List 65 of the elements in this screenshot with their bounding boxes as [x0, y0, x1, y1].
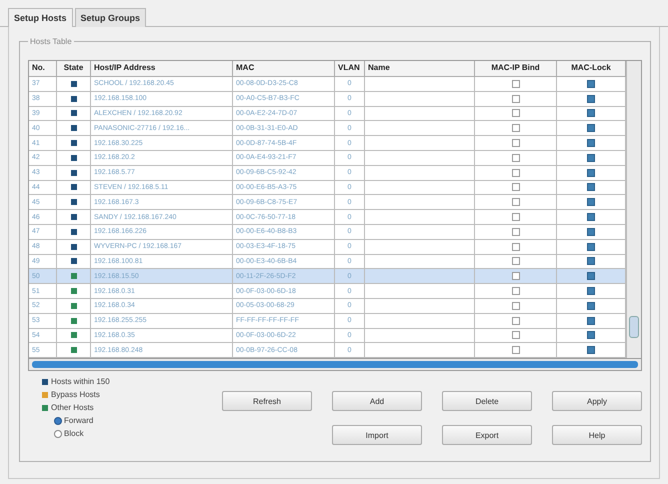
checkbox[interactable] [587, 198, 595, 206]
checkbox[interactable] [587, 213, 595, 222]
checkbox[interactable] [587, 168, 595, 177]
checkbox[interactable] [512, 80, 520, 88]
checkbox[interactable] [587, 80, 595, 88]
action-button[interactable]: Add [332, 391, 422, 412]
checkbox[interactable] [587, 228, 595, 236]
checkbox[interactable] [587, 139, 595, 148]
checkbox[interactable] [587, 331, 595, 340]
checkbox[interactable] [512, 228, 520, 236]
checkbox[interactable] [587, 257, 595, 266]
checkbox[interactable] [587, 109, 595, 118]
checkbox[interactable] [512, 272, 520, 280]
group-title: Hosts Table [29, 37, 73, 46]
checkbox[interactable] [587, 302, 595, 310]
column-header[interactable]: No. [29, 61, 57, 77]
checkbox[interactable] [587, 242, 595, 251]
column-header[interactable]: MAC-IP Bind [475, 61, 557, 77]
column-header[interactable]: VLAN [335, 61, 365, 77]
action-button[interactable]: Export [442, 425, 532, 446]
column-header[interactable]: MAC-Lock [557, 61, 626, 77]
action-button[interactable]: Help [552, 425, 642, 446]
legend-label: Bypass Hosts [51, 390, 100, 400]
checkbox[interactable] [587, 316, 595, 325]
checkbox[interactable] [512, 257, 520, 266]
checkbox[interactable] [512, 198, 520, 206]
column-header[interactable]: Name [365, 61, 475, 77]
checkbox[interactable] [587, 272, 595, 280]
legend-label: Other Hosts [51, 403, 94, 412]
action-button[interactable]: Apply [552, 391, 642, 412]
radio-label[interactable]: Forward [64, 416, 94, 426]
column-header[interactable]: Host/IP Address [91, 61, 233, 77]
checkbox[interactable] [512, 346, 520, 354]
checkbox[interactable] [512, 94, 520, 103]
checkbox[interactable] [587, 124, 595, 132]
action-button[interactable]: Import [332, 425, 422, 446]
checkbox[interactable] [512, 302, 520, 310]
radio-button[interactable] [54, 416, 62, 425]
tab[interactable]: Setup Groups [74, 8, 146, 27]
checkbox[interactable] [512, 316, 520, 325]
checkbox[interactable] [512, 242, 520, 251]
action-button[interactable]: Delete [442, 391, 532, 412]
checkbox[interactable] [512, 168, 520, 177]
radio-button[interactable] [54, 430, 62, 438]
checkbox[interactable] [587, 346, 595, 354]
checkbox[interactable] [512, 109, 520, 118]
checkbox[interactable] [512, 213, 520, 222]
checkbox[interactable] [587, 287, 595, 296]
checkbox[interactable] [512, 139, 520, 148]
vertical-scrollbar[interactable] [626, 61, 641, 358]
action-button[interactable]: Refresh [222, 391, 312, 412]
column-header[interactable]: State [57, 61, 91, 77]
checkbox[interactable] [512, 124, 520, 132]
checkbox[interactable] [587, 94, 595, 103]
checkbox[interactable] [512, 154, 520, 162]
tab[interactable]: Setup Hosts [8, 8, 73, 27]
legend-label: Hosts within 150 [51, 377, 110, 386]
checkbox[interactable] [512, 331, 520, 340]
checkbox[interactable] [512, 183, 520, 192]
checkbox[interactable] [587, 154, 595, 162]
radio-label[interactable]: Block [64, 429, 84, 438]
horizontal-scrollbar[interactable] [28, 359, 642, 372]
checkbox[interactable] [587, 183, 595, 192]
checkbox[interactable] [512, 287, 520, 296]
column-header[interactable]: MAC [233, 61, 335, 77]
